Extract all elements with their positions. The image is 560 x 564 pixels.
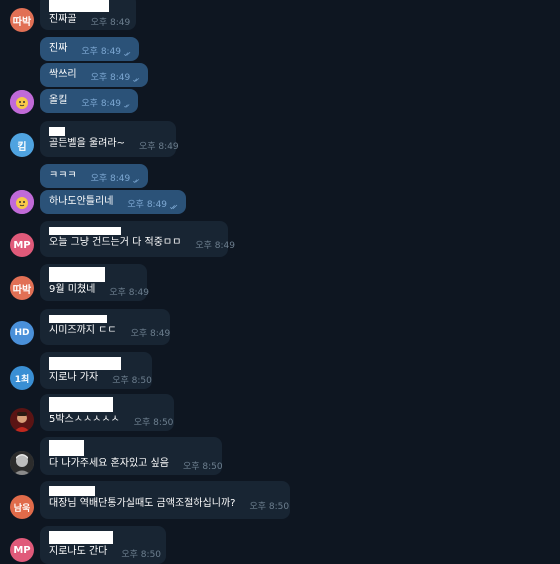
message-text: 진짜골 [49,14,77,25]
redacted-sender-name [49,227,121,235]
emoji-avatar-icon [10,190,34,214]
avatar[interactable]: 따박 [10,8,34,32]
message-text: 지로나도 간다 [49,546,108,557]
message-time: 오후 8:49 [90,73,131,83]
redacted-sender-name [49,440,84,456]
redacted-sender-name [49,315,107,323]
redacted-sender-name [49,357,121,370]
message-bubble[interactable]: 지로나 가자 오후 8:50 [40,352,152,389]
avatar-initials: 따박 [12,16,32,28]
avatar[interactable]: 킴 [10,133,34,157]
message-text: ㅋㅋㅋ [49,170,77,181]
avatar-initials: 1최 [14,374,30,385]
redacted-sender-name [49,127,65,136]
redacted-sender-name [49,0,109,12]
message-text: 싹쓰리 [49,69,77,80]
redacted-sender-name [49,267,105,282]
avatar-initials: MP [13,544,31,556]
message-time: 오후 8:49 [81,47,122,57]
double-check-icon [133,78,140,82]
message-time: 오후 8:49 [90,174,131,184]
avatar-initials: HD [14,328,30,338]
message-text: 지로나 가자 [49,372,99,383]
message-bubble[interactable]: 골든벨을 울려라~ 오후 8:49 [40,121,179,157]
double-check-icon [124,104,130,108]
message-bubble[interactable]: 오늘 그냥 건드는거 다 적중ㅁㅁ 오후 8:49 [40,221,235,257]
message-text: 대장님 역배단통가실때도 금액조절하십니까? [49,498,236,509]
avatar-initials: 킴 [17,141,27,153]
avatar-initials: MP [13,239,31,251]
message-bubble[interactable]: 지로나도 간다 오후 8:50 [40,526,166,564]
message-bubble[interactable]: 하나도안틀리네 오후 8:49 [40,190,186,214]
message-time: 오후 8:49 [109,288,149,298]
message-time: 오후 8:49 [130,329,171,339]
message-time: 오후 8:49 [138,142,179,152]
avatar[interactable]: 따박 [10,276,34,300]
double-check-icon [170,204,178,210]
message-text: 다 나가주세요 혼자있고 싶음 [49,458,169,469]
avatar[interactable]: MP [10,538,34,562]
double-check-icon [124,52,131,56]
message-time: 오후 8:50 [121,550,162,560]
photo-avatar-icon [10,408,34,432]
redacted-sender-name [49,531,113,544]
message-bubble[interactable]: 시미즈까지 ㄷㄷ 오후 8:49 [40,309,170,345]
message-text: 하나도안틀리네 [49,196,114,207]
message-text: 9월 미쳤네 [49,284,96,295]
message-time: 오후 8:50 [182,462,223,472]
message-bubble[interactable]: 5박스ㅅㅅㅅㅅㅅ 오후 8:50 [40,394,174,431]
message-bubble[interactable]: 싹쓰리 오후 8:49 [40,63,148,87]
redacted-sender-name [49,397,113,412]
message-text: 시미즈까지 ㄷㄷ [49,325,117,336]
avatar[interactable]: 1최 [10,366,34,390]
avatar[interactable] [10,408,34,432]
avatar[interactable] [10,451,34,475]
message-time: 오후 8:50 [112,376,152,386]
avatar-initials: 남욱 [13,503,31,514]
avatar-initials: 따박 [12,284,32,296]
message-time: 오후 8:49 [127,200,168,210]
message-bubble[interactable]: 진짜 오후 8:49 [40,37,139,61]
emoji-avatar-icon [10,90,34,114]
message-bubble[interactable]: 9월 미쳤네 오후 8:49 [40,264,149,301]
message-bubble[interactable]: 다 나가주세요 혼자있고 싶음 오후 8:50 [40,437,223,475]
avatar[interactable] [10,90,34,114]
message-time: 오후 8:50 [133,418,174,428]
message-text: 5박스ㅅㅅㅅㅅㅅ [49,414,120,425]
message-time: 오후 8:50 [249,502,290,512]
double-check-icon [133,179,140,183]
message-text: 오늘 그냥 건드는거 다 적중ㅁㅁ [49,237,182,248]
avatar[interactable]: 남욱 [10,495,34,519]
message-bubble[interactable]: 올킬 오후 8:49 [40,89,138,113]
chat-history[interactable]: 따박 진짜골 오후 8:49 진짜 오후 8:49 싹쓰리 오후 8:49 올킬 오후 … [0,0,560,564]
message-text: 올킬 [49,95,68,106]
message-time: 오후 8:49 [81,99,122,109]
redacted-sender-name [49,486,95,496]
avatar[interactable]: HD [10,321,34,345]
message-bubble[interactable]: 대장님 역배단통가실때도 금액조절하십니까? 오후 8:50 [40,481,290,519]
message-time: 오후 8:49 [90,18,131,28]
avatar[interactable]: MP [10,233,34,257]
message-time: 오후 8:49 [195,241,235,251]
message-text: 골든벨을 울려라~ [49,138,125,149]
photo-avatar-gray-icon [10,451,34,475]
message-text: 진짜 [49,43,68,54]
avatar[interactable] [10,190,34,214]
message-bubble[interactable]: ㅋㅋㅋ 오후 8:49 [40,164,148,188]
message-bubble[interactable]: 진짜골 오후 8:49 [40,0,136,30]
